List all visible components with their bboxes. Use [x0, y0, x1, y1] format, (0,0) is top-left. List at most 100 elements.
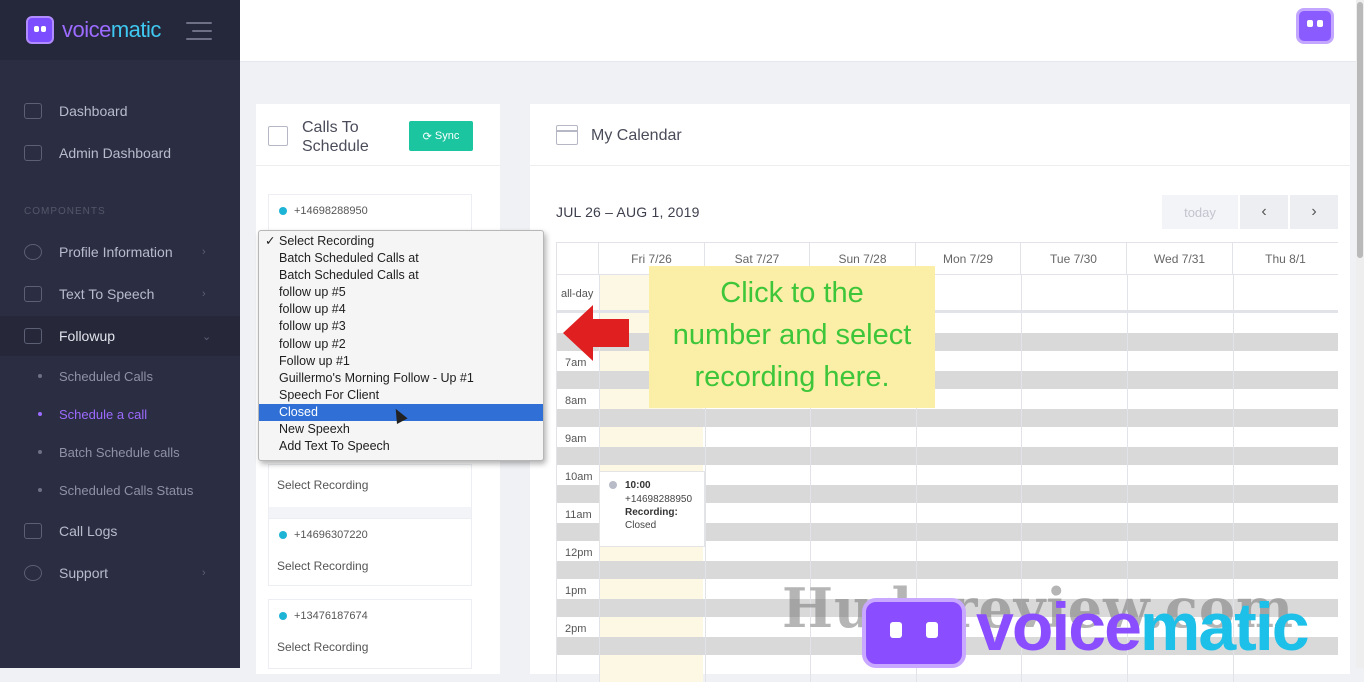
sidebar-item-label: Call Logs [59, 523, 118, 539]
sync-button[interactable]: ⟳ Sync [409, 121, 473, 151]
calendar-icon [24, 523, 42, 539]
dropdown-option[interactable]: Speech For Client [259, 387, 543, 404]
hour-row: 8am [557, 395, 1338, 447]
status-dot-icon [279, 612, 287, 620]
dropdown-option[interactable]: follow up #3 [259, 318, 543, 335]
event-number: +14698288950 [625, 494, 693, 505]
call-card[interactable]: +13476187674 Select Recording [268, 599, 472, 669]
sidebar-item-label: Dashboard [59, 103, 128, 119]
sidebar-subitem-batch-schedule[interactable]: Batch Schedule calls [0, 437, 240, 467]
bullet-icon [38, 374, 42, 378]
next-week-button[interactable]: › [1290, 195, 1338, 229]
sidebar: voicematic Dashboard Admin Dashboard COM… [0, 0, 240, 668]
dropdown-option[interactable]: follow up #4 [259, 301, 543, 318]
day-header: Thu 8/1 [1233, 243, 1338, 275]
sidebar-item-label: Support [59, 565, 109, 581]
bell-icon [24, 328, 42, 344]
call-number[interactable]: +13476187674 [279, 610, 368, 622]
hour-label: 2pm [565, 623, 587, 635]
sync-label: Sync [434, 130, 460, 142]
sliders-icon [24, 145, 42, 161]
dropdown-option[interactable]: New Speexh [259, 421, 543, 438]
prev-week-button[interactable]: ‹ [1240, 195, 1288, 229]
annotation-callout: Click to the number and select recording… [649, 266, 935, 408]
sidebar-subitem-label: Scheduled Calls [59, 368, 153, 384]
layers-icon [24, 286, 42, 302]
bullet-icon [38, 412, 42, 416]
support-icon [24, 565, 42, 581]
status-dot-icon [279, 207, 287, 215]
call-number[interactable]: +14696307220 [279, 529, 368, 541]
sidebar-item-call-logs[interactable]: Call Logs [0, 511, 240, 551]
recording-dropdown[interactable]: ✓ Select Recording Batch Scheduled Calls … [258, 230, 544, 461]
watermark-name-part1: voice [976, 589, 1142, 665]
sidebar-subitem-calls-status[interactable]: Scheduled Calls Status [0, 475, 240, 505]
dropdown-option[interactable]: Add Text To Speech [259, 438, 543, 455]
sidebar-item-profile[interactable]: Profile Information › [0, 232, 240, 272]
hour-label: 8am [565, 395, 587, 407]
call-number-text: +14696307220 [294, 529, 368, 541]
calls-panel-title: Calls To Schedule [302, 119, 369, 155]
voicematic-logo-icon [26, 16, 54, 44]
call-card[interactable]: Select Recording [268, 464, 472, 520]
calendar-header: My Calendar [530, 104, 1350, 166]
watermark-name-part2: matic [1139, 589, 1310, 665]
dropdown-option[interactable]: follow up #2 [259, 336, 543, 353]
event-dot-icon [609, 481, 617, 489]
event-recording-value: Closed [625, 520, 657, 531]
checkmark-icon: ✓ [265, 234, 276, 248]
hour-label: 10am [565, 471, 593, 483]
voicematic-watermark-logo-icon [862, 598, 966, 668]
all-day-label: all-day [561, 288, 594, 300]
page-scrollbar[interactable] [1356, 0, 1364, 668]
chevron-right-icon: › [202, 246, 206, 258]
dropdown-option[interactable]: Guillermo's Morning Follow - Up #1 [259, 370, 543, 387]
dropdown-option[interactable]: Batch Scheduled Calls at [259, 267, 543, 284]
top-header [240, 0, 1364, 62]
dropdown-option[interactable]: Follow up #1 [259, 353, 543, 370]
sidebar-subitem-schedule-a-call[interactable]: Schedule a call [0, 399, 240, 429]
call-card[interactable]: +14696307220 Select Recording [268, 518, 472, 586]
day-header: Tue 7/30 [1021, 243, 1127, 275]
chevron-down-icon: ⌄ [202, 330, 212, 343]
hour-label: 11am [565, 509, 592, 521]
time-gutter-header [557, 243, 599, 275]
bullet-icon [38, 450, 42, 454]
event-time: 10:00 [625, 480, 651, 491]
dropdown-option[interactable]: Batch Scheduled Calls at [259, 250, 543, 267]
callout-line: number and select [672, 319, 912, 351]
sidebar-subitem-scheduled-calls[interactable]: Scheduled Calls [0, 361, 240, 391]
calendar-icon [556, 125, 578, 145]
menu-toggle-icon[interactable] [186, 22, 212, 46]
call-number-text: +14698288950 [294, 205, 368, 217]
call-number-text: +13476187674 [294, 610, 368, 622]
dropdown-option[interactable]: follow up #5 [259, 284, 543, 301]
status-dot-icon [279, 531, 287, 539]
sidebar-item-text-to-speech[interactable]: Text To Speech › [0, 274, 240, 314]
sidebar-subitem-label: Schedule a call [59, 406, 148, 422]
red-arrow-icon [563, 305, 629, 361]
call-number[interactable]: +14698288950 [279, 205, 368, 217]
recording-select[interactable]: Select Recording [277, 640, 368, 654]
user-avatar-icon[interactable] [1296, 8, 1334, 44]
sidebar-item-admin-dashboard[interactable]: Admin Dashboard [0, 133, 240, 173]
sidebar-item-dashboard[interactable]: Dashboard [0, 91, 240, 131]
today-button[interactable]: today [1162, 195, 1238, 229]
add-box-icon [268, 126, 288, 146]
sidebar-section-label: COMPONENTS [24, 206, 106, 217]
dropdown-option[interactable]: ✓ Select Recording [259, 233, 543, 250]
calendar-event[interactable]: 10:00 +14698288950 Recording: Closed [599, 471, 705, 547]
sidebar-item-label: Text To Speech [59, 286, 155, 302]
sidebar-subitem-label: Scheduled Calls Status [59, 482, 194, 498]
sidebar-item-followup[interactable]: Followup ⌄ [0, 316, 240, 356]
recording-select[interactable]: Select Recording [277, 559, 368, 573]
scrollbar-thumb[interactable] [1357, 2, 1363, 258]
user-icon [24, 244, 42, 260]
sidebar-item-support[interactable]: Support › [0, 553, 240, 593]
calls-panel-header: Calls To Schedule ⟳ Sync [256, 104, 500, 166]
brand-name: voicematic [62, 17, 161, 43]
callout-line: recording here. [694, 361, 890, 393]
calendar-title: My Calendar [591, 127, 682, 144]
recording-select[interactable]: Select Recording [277, 478, 368, 492]
hour-label: 12pm [565, 547, 593, 559]
